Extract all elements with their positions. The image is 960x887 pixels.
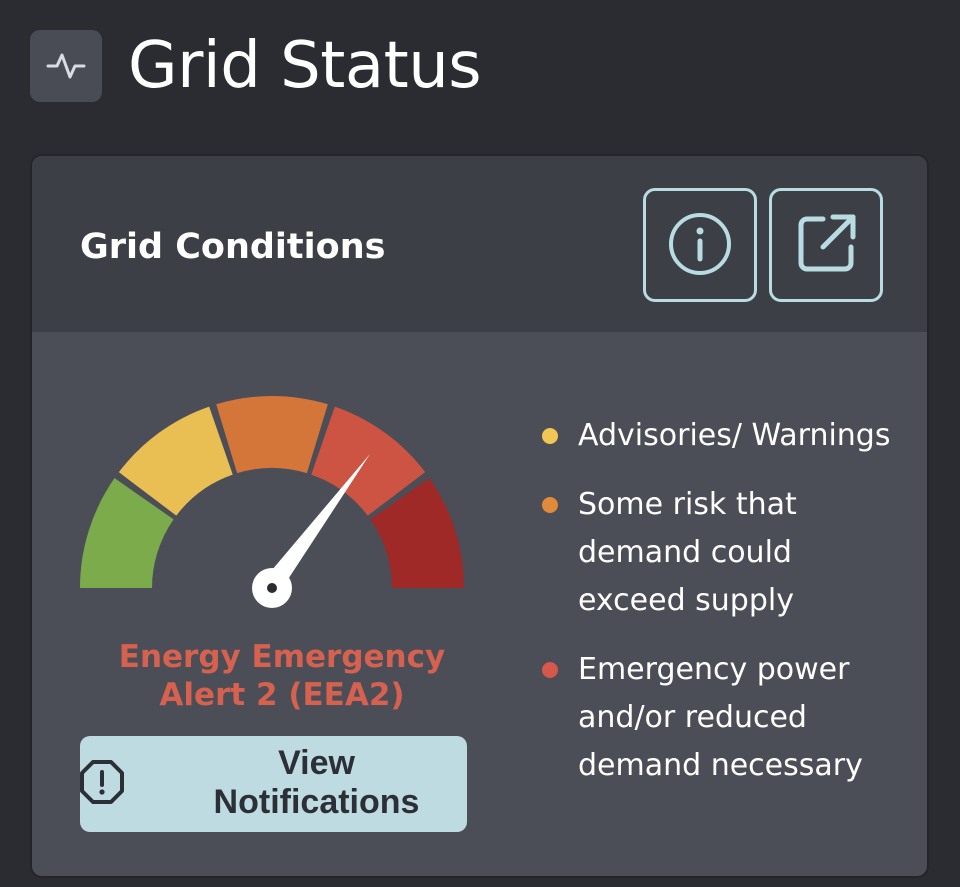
- gauge-segment-some-risk: [216, 396, 328, 474]
- card-title: Grid Conditions: [80, 227, 386, 267]
- gauge-needle: [252, 454, 370, 608]
- legend-item: Emergency power and/or reduced demand ne…: [542, 646, 902, 790]
- alert-octagon-icon: [78, 758, 126, 809]
- grid-legend: Advisories/ Warnings Some risk that dema…: [542, 412, 902, 811]
- legend-item: Advisories/ Warnings: [542, 412, 902, 460]
- card-header: Grid Conditions: [32, 156, 927, 332]
- grid-gauge: [72, 386, 472, 616]
- page: Grid Status Grid Conditions Energy Emerg…: [0, 0, 960, 887]
- grid-conditions-card: Grid Conditions Energy Emergency Alert 2…: [30, 154, 929, 878]
- activity-pulse-icon: [30, 30, 102, 102]
- open-external-button[interactable]: [769, 188, 883, 302]
- legend-dot-orange: [542, 497, 558, 513]
- page-title: Grid Status: [128, 29, 482, 103]
- legend-dot-red: [542, 662, 558, 678]
- info-icon: [667, 211, 733, 280]
- external-link-icon: [793, 211, 859, 280]
- gauge-svg: [80, 396, 464, 608]
- info-button[interactable]: [643, 188, 757, 302]
- legend-item: Some risk that demand could exceed suppl…: [542, 481, 902, 625]
- legend-text: Advisories/ Warnings: [578, 418, 891, 453]
- legend-dot-yellow: [542, 428, 558, 444]
- page-header: Grid Status: [30, 20, 482, 112]
- legend-text: Emergency power and/or reduced demand ne…: [578, 652, 863, 783]
- legend-text: Some risk that demand could exceed suppl…: [578, 487, 797, 618]
- view-notifications-button[interactable]: View Notifications: [80, 736, 467, 832]
- view-notifications-label: View Notifications: [213, 744, 420, 821]
- grid-status-label: Energy Emergency Alert 2 (EEA2): [118, 639, 446, 713]
